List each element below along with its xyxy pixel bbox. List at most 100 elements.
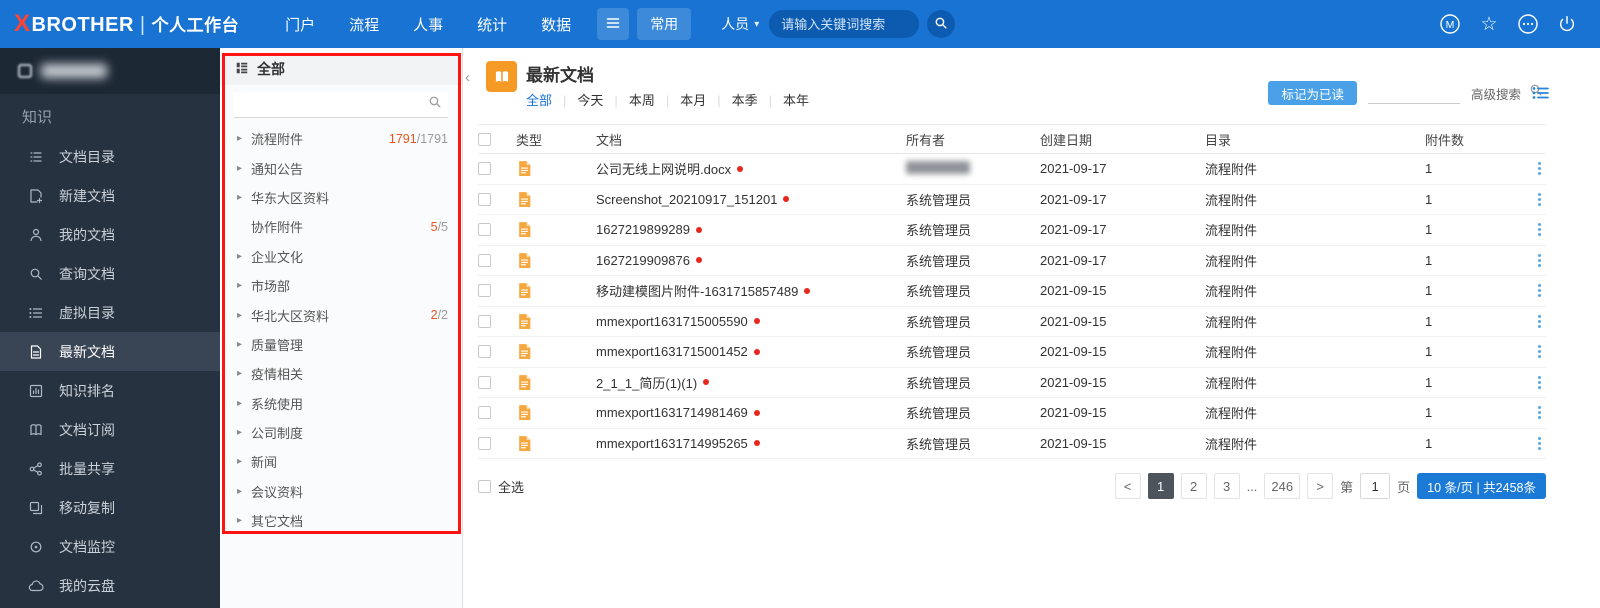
mark-as-read-button[interactable]: 标记为已读 bbox=[1268, 81, 1357, 105]
expand-arrow-icon[interactable]: ▸ bbox=[237, 368, 251, 379]
sidebar-item[interactable]: 我的云盘 bbox=[0, 566, 220, 605]
category-item[interactable]: ▸ 系统使用 bbox=[220, 389, 462, 418]
table-row[interactable]: Screenshot_20210917_151201 系统管理员 2021-09… bbox=[478, 185, 1546, 215]
row-checkbox[interactable] bbox=[478, 314, 491, 328]
topbar-nav-item[interactable]: 门户 bbox=[285, 14, 315, 35]
table-row[interactable]: mmexport1631714981469 系统管理员 2021-09-15 流… bbox=[478, 398, 1546, 429]
page-number-button[interactable]: 3 bbox=[1213, 473, 1240, 499]
document-link[interactable]: 公司无线上网说明.docx bbox=[596, 159, 731, 178]
time-filter-tab[interactable]: 今天 bbox=[552, 90, 603, 109]
topbar-nav-item[interactable]: 人事 bbox=[413, 14, 443, 35]
table-row[interactable]: 1627219909876 系统管理员 2021-09-17 流程附件 1 bbox=[478, 246, 1546, 276]
favorite-star-icon[interactable]: ☆ bbox=[1478, 13, 1500, 35]
category-search-input[interactable] bbox=[240, 97, 428, 112]
table-row[interactable]: 公司无线上网说明.docx 2021-09-17 流程附件 1 bbox=[478, 154, 1546, 185]
power-logout-icon[interactable] bbox=[1556, 13, 1578, 35]
sidebar-item[interactable]: 文档监控 bbox=[0, 527, 220, 566]
row-checkbox[interactable] bbox=[478, 345, 491, 359]
sidebar-item[interactable]: 最新文档 bbox=[0, 332, 220, 371]
expand-arrow-icon[interactable]: ▸ bbox=[237, 280, 251, 291]
topbar-nav-item[interactable]: 流程 bbox=[349, 14, 379, 35]
next-page-button[interactable]: > bbox=[1307, 473, 1334, 499]
row-menu-button[interactable] bbox=[1535, 403, 1544, 422]
time-filter-tab[interactable]: 本月 bbox=[655, 90, 706, 109]
row-menu-button[interactable] bbox=[1535, 190, 1544, 209]
expand-arrow-icon[interactable]: ▸ bbox=[237, 427, 251, 438]
topbar-nav-item[interactable]: 统计 bbox=[477, 14, 507, 35]
table-row[interactable]: mmexport1631715005590 系统管理员 2021-09-15 流… bbox=[478, 307, 1546, 337]
expand-arrow-icon[interactable]: ▸ bbox=[237, 456, 251, 467]
row-checkbox[interactable] bbox=[478, 406, 491, 420]
row-menu-button[interactable] bbox=[1535, 434, 1544, 453]
more-options-icon[interactable] bbox=[1517, 13, 1539, 35]
expand-arrow-icon[interactable]: ▸ bbox=[237, 398, 251, 409]
global-search-button[interactable] bbox=[927, 10, 956, 38]
category-item[interactable]: ▸ 市场部 bbox=[220, 271, 462, 300]
expand-arrow-icon[interactable]: ▸ bbox=[237, 310, 251, 321]
document-link[interactable]: mmexport1631714995265 bbox=[596, 436, 748, 451]
time-filter-tab[interactable]: 本年 bbox=[758, 90, 809, 109]
category-item[interactable]: ▸ 其它文档 bbox=[220, 506, 462, 535]
sidebar-item[interactable]: 移动复制 bbox=[0, 488, 220, 527]
category-item[interactable]: ▸ 企业文化 bbox=[220, 242, 462, 271]
category-item[interactable]: ▸ 新闻 bbox=[220, 447, 462, 476]
expand-arrow-icon[interactable]: ▸ bbox=[237, 251, 251, 262]
category-item[interactable]: ▸ 华北大区资料 2/2 bbox=[220, 300, 462, 329]
page-jump-input[interactable] bbox=[1360, 473, 1391, 499]
select-all-control[interactable]: 全选 bbox=[478, 477, 524, 496]
prev-page-button[interactable]: < bbox=[1114, 473, 1141, 499]
category-item[interactable]: ▸ 公司制度 bbox=[220, 418, 462, 447]
document-link[interactable]: 移动建模图片附件-1631715857489 bbox=[596, 281, 798, 300]
page-size-info-badge[interactable]: 10 条/页 | 共2458条 bbox=[1417, 473, 1546, 499]
page-number-button[interactable]: 1 bbox=[1147, 473, 1174, 499]
document-link[interactable]: 2_1_1_简历(1)(1) bbox=[596, 373, 697, 392]
document-link[interactable]: mmexport1631715001452 bbox=[596, 344, 748, 359]
document-link[interactable]: mmexport1631715005590 bbox=[596, 314, 748, 329]
table-row[interactable]: 1627219899289 系统管理员 2021-09-17 流程附件 1 bbox=[478, 215, 1546, 246]
sidebar-item[interactable]: 知识排名 bbox=[0, 371, 220, 410]
category-item[interactable]: ▸ 流程附件 1791/1791 bbox=[220, 124, 462, 153]
row-menu-button[interactable] bbox=[1535, 373, 1544, 392]
category-item[interactable]: ▸ 协作附件 5/5 bbox=[220, 212, 462, 241]
category-item[interactable]: ▸ 会议资料 bbox=[220, 477, 462, 506]
sidebar-item[interactable]: 文档目录 bbox=[0, 137, 220, 176]
search-scope-dropdown[interactable]: 人员 ▾ bbox=[721, 14, 759, 34]
document-link[interactable]: 1627219909876 bbox=[596, 253, 690, 268]
page-number-button[interactable]: 2 bbox=[1180, 473, 1207, 499]
row-menu-button[interactable] bbox=[1535, 281, 1544, 300]
select-all-footer-checkbox[interactable] bbox=[478, 479, 491, 493]
frequently-used-button[interactable]: 常用 bbox=[637, 8, 692, 40]
row-checkbox[interactable] bbox=[478, 162, 491, 176]
sidebar-item[interactable]: 查询文档 bbox=[0, 254, 220, 293]
list-view-toggle-icon[interactable] bbox=[1532, 84, 1550, 102]
row-checkbox[interactable] bbox=[478, 223, 491, 237]
expand-arrow-icon[interactable]: ▸ bbox=[237, 192, 251, 203]
category-item[interactable]: ▸ 通知公告 bbox=[220, 153, 462, 182]
document-link[interactable]: Screenshot_20210917_151201 bbox=[596, 192, 777, 207]
row-checkbox[interactable] bbox=[478, 436, 491, 450]
sidebar-item[interactable]: 文档订阅 bbox=[0, 410, 220, 449]
document-link[interactable]: mmexport1631714981469 bbox=[596, 405, 748, 420]
select-all-checkbox[interactable] bbox=[478, 132, 491, 146]
row-menu-button[interactable] bbox=[1535, 312, 1544, 331]
last-page-button[interactable]: 246 bbox=[1264, 473, 1301, 499]
row-menu-button[interactable] bbox=[1535, 251, 1544, 270]
expand-arrow-icon[interactable]: ▸ bbox=[237, 515, 251, 526]
category-item[interactable]: ▸ 华东大区资料 bbox=[220, 183, 462, 212]
advanced-search-link[interactable]: 高级搜索 bbox=[1471, 84, 1521, 103]
global-search-input[interactable] bbox=[769, 10, 920, 38]
row-checkbox[interactable] bbox=[478, 375, 491, 389]
sidebar-item[interactable]: 新建文档 bbox=[0, 176, 220, 215]
expand-arrow-icon[interactable]: ▸ bbox=[237, 133, 251, 144]
row-menu-button[interactable] bbox=[1535, 342, 1544, 361]
topbar-nav-item[interactable]: 数据 bbox=[541, 14, 571, 35]
sidebar-item[interactable]: 我的文档 bbox=[0, 215, 220, 254]
category-item[interactable]: ▸ 疫情相关 bbox=[220, 359, 462, 388]
row-menu-button[interactable] bbox=[1535, 220, 1544, 239]
expand-arrow-icon[interactable]: ▸ bbox=[237, 486, 251, 497]
row-checkbox[interactable] bbox=[478, 253, 491, 267]
table-row[interactable]: 移动建模图片附件-1631715857489 系统管理员 2021-09-15 … bbox=[478, 276, 1546, 307]
table-row[interactable]: mmexport1631714995265 系统管理员 2021-09-15 流… bbox=[478, 429, 1546, 459]
sidebar-item[interactable]: 批量共享 bbox=[0, 449, 220, 488]
time-filter-tab[interactable]: 本周 bbox=[603, 90, 655, 109]
